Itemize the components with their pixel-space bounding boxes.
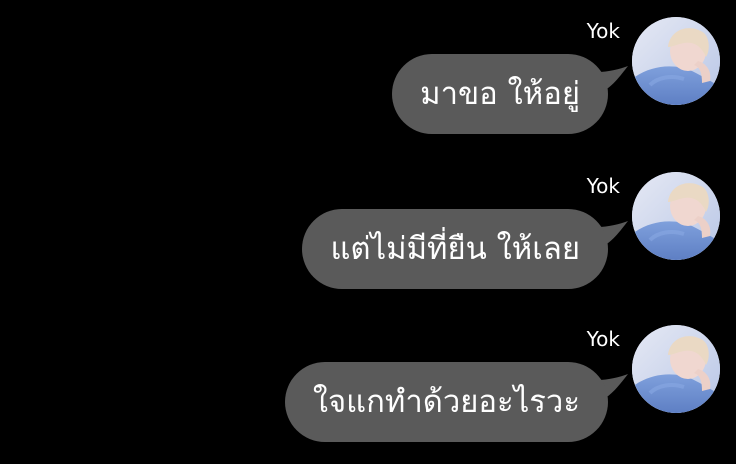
message-bubble[interactable]: แต่ไม่มีที่ยืน ให้เลย [302, 209, 608, 289]
profile-photo-icon [632, 172, 720, 260]
profile-photo-icon [632, 17, 720, 105]
avatar[interactable] [632, 172, 720, 260]
message-row: Yok มาขอ ให้อยู่ [0, 14, 736, 134]
avatar[interactable] [632, 325, 720, 413]
message-row: Yok แต่ไม่มีที่ยืน ให้เลย [0, 169, 736, 289]
message-bubble[interactable]: มาขอ ให้อยู่ [392, 54, 608, 134]
message-bubble[interactable]: ใจแกทำด้วยอะไรวะ [284, 362, 608, 442]
sender-name: Yok [586, 19, 620, 43]
sender-name: Yok [586, 174, 620, 198]
message-row: Yok ใจแกทำด้วยอะไรวะ [0, 322, 736, 442]
chat-thread: Yok มาขอ ให้อยู่ Yok แต่ไม่มีที่ยืน ให้เ… [0, 0, 736, 464]
avatar[interactable] [632, 17, 720, 105]
sender-name: Yok [586, 327, 620, 351]
profile-photo-icon [632, 325, 720, 413]
